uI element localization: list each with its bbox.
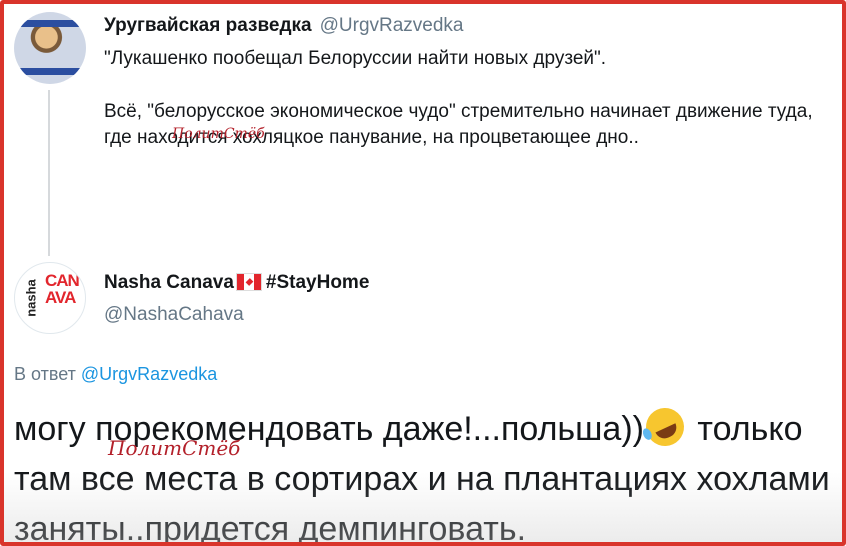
avatar-logo-text: CANAVA: [45, 271, 80, 307]
canada-flag-icon: [235, 273, 262, 291]
tweet1-text-line2: Всё, "белорусское экономическое чудо" ст…: [104, 101, 813, 148]
avatar-vertical-text: nasha: [23, 279, 39, 317]
watermark: ПолитСтёб: [108, 436, 241, 460]
tweet1-text-line1: "Лукашенко пообещал Белоруссии найти нов…: [104, 48, 607, 69]
avatar-nasha-canava[interactable]: nasha CANAVA: [14, 262, 86, 334]
thread-connector-line: [48, 90, 50, 256]
tweet2-author-tag[interactable]: #StayHome: [266, 272, 370, 293]
avatar-stripe: [14, 68, 86, 75]
reply-to-handle-link[interactable]: @UrgvRazvedka: [81, 364, 217, 384]
tweet2-text: могу порекомендовать даже!...польша)) то…: [14, 401, 840, 542]
watermark: ПолитСтёб: [172, 126, 265, 142]
tweet2-author-name[interactable]: Nasha Canava: [104, 272, 234, 293]
avatar-stripe: [14, 20, 86, 27]
rolling-laughing-emoji-icon: [639, 401, 691, 453]
reply-to-line: В ответ @UrgvRazvedka: [14, 364, 217, 385]
tweet2-author[interactable]: Nasha Canava #StayHome: [104, 272, 369, 294]
tweet2-author-handle[interactable]: @NashaCahava: [104, 304, 244, 326]
tweet1-author[interactable]: Уругвайская разведка @UrgvRazvedka: [104, 15, 464, 37]
reply-prefix: В ответ: [14, 364, 76, 384]
tweet-screenshot-frame: Уругвайская разведка @UrgvRazvedka "Лукаш…: [0, 0, 846, 546]
tweet1-author-name[interactable]: Уругвайская разведка: [104, 15, 312, 36]
tweet1-author-handle[interactable]: @UrgvRazvedka: [320, 15, 464, 36]
avatar-urgv-razvedka[interactable]: [14, 12, 86, 84]
